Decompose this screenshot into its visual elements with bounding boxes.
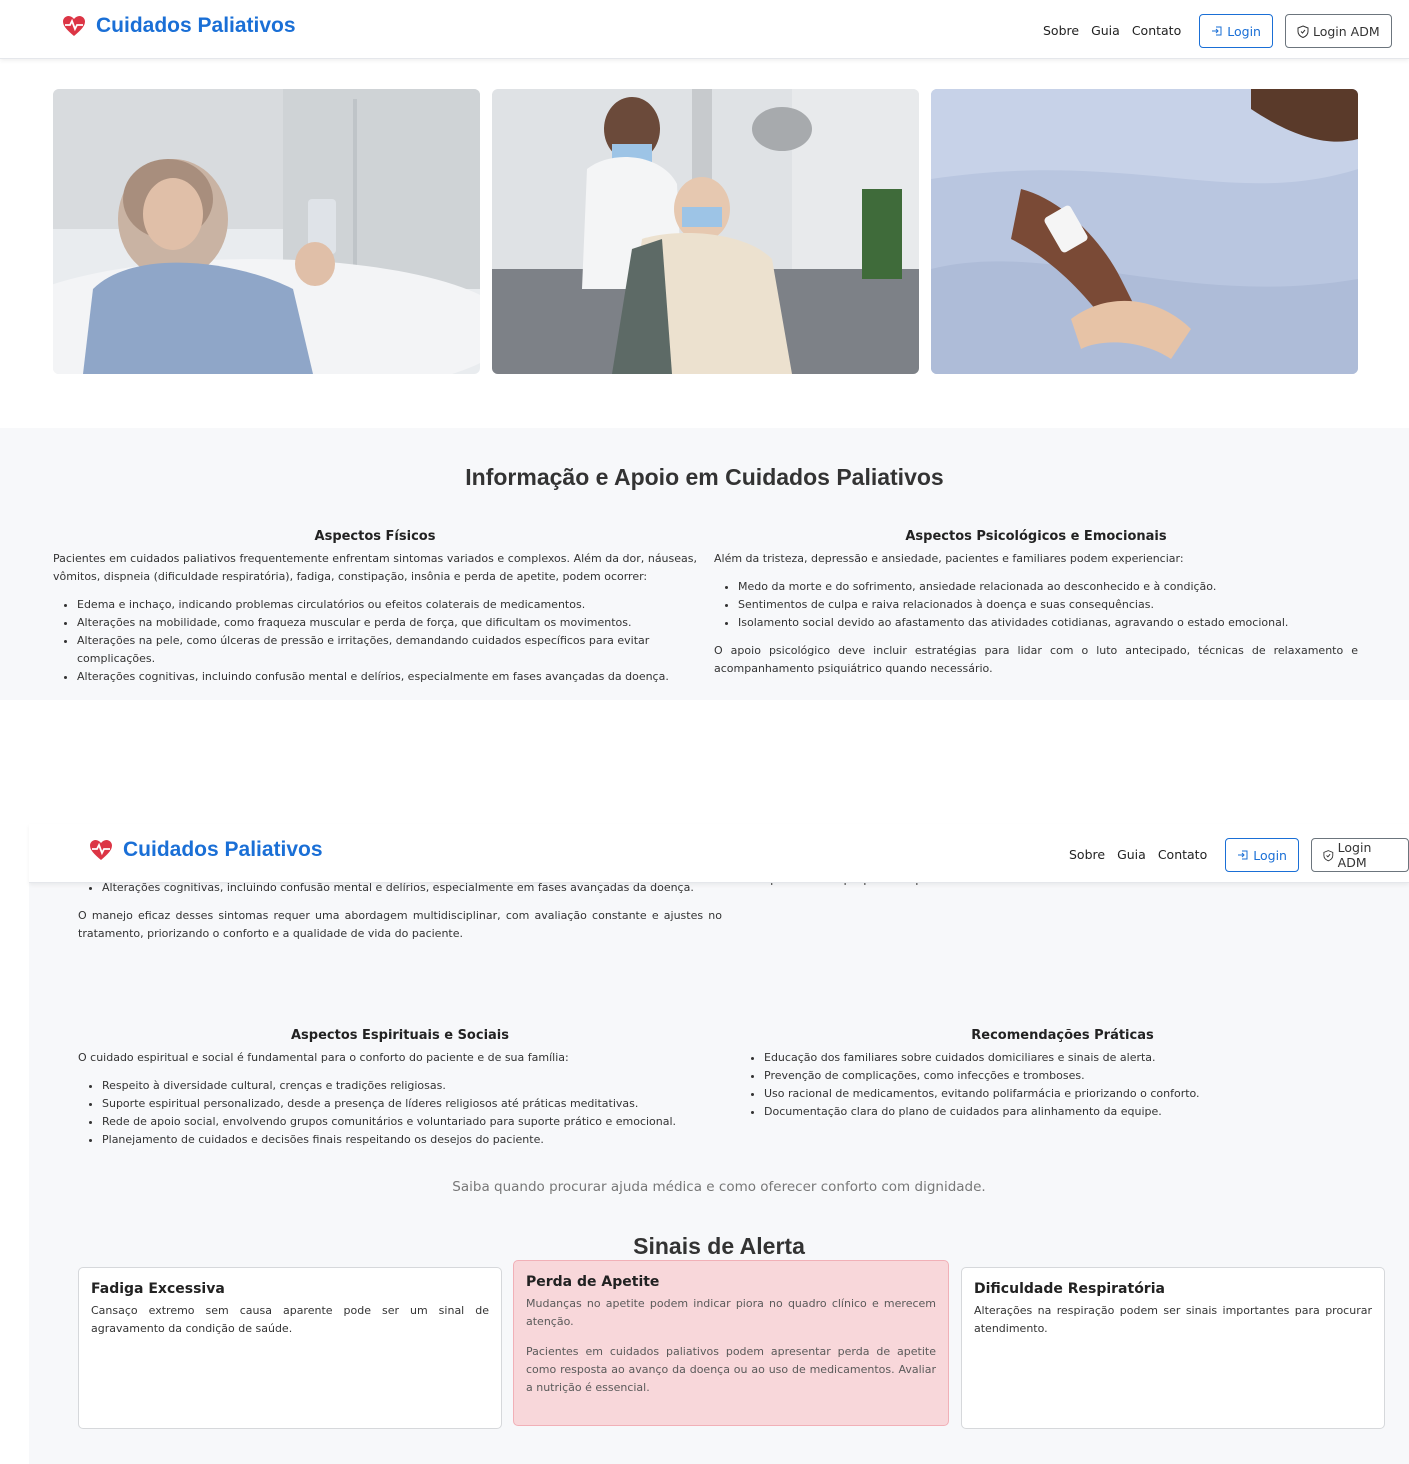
login-adm-label: Login ADM — [1337, 840, 1372, 870]
nav-link-contato[interactable]: Contato — [1152, 838, 1213, 872]
brand[interactable]: Cuidados Paliativos — [62, 14, 296, 38]
recomendacoes-title: Recomendações Práticas — [971, 1028, 1154, 1043]
alert-card-text: Alterações na respiração podem ser sinai… — [974, 1304, 1372, 1335]
list-item: Respeito à diversidade cultural, crenças… — [102, 1077, 722, 1095]
psicologicos-outro: O apoio psicológico deve incluir estraté… — [714, 644, 1358, 675]
alerts-title: Sinais de Alerta — [633, 1233, 805, 1259]
login-adm-button[interactable]: Login ADM — [1310, 838, 1409, 872]
scrolled-view: Alterações na mobilidade, como fraqueza … — [29, 835, 1409, 1464]
espirituais-intro: O cuidado espiritual e social é fundamen… — [78, 1051, 569, 1064]
fisicos-column: Aspectos Físicos Pacientes em cuidados p… — [53, 528, 697, 700]
alert-card-apetite[interactable]: Perda de Apetite Mudanças no apetite pod… — [513, 1260, 949, 1426]
fisicos-list: Edema e inchaço, indicando problemas cir… — [53, 596, 697, 686]
gallery-photo-patient-phone — [53, 89, 480, 374]
login-icon — [1238, 850, 1248, 860]
espirituais-column: Aspectos Espirituais e Sociais O cuidado… — [78, 1027, 722, 1159]
recomendacoes-list: Educação dos familiares sobre cuidados d… — [740, 1049, 1385, 1121]
gallery-photo-holding-hands — [931, 89, 1358, 374]
list-item: Alterações cognitivas, incluindo confusã… — [77, 668, 697, 686]
fisicos-title: Aspectos Físicos — [314, 529, 436, 544]
list-item: Suporte espiritual personalizado, desde … — [102, 1095, 722, 1113]
alert-card-text: Mudanças no apetite podem indicar piora … — [526, 1297, 936, 1328]
login-label: Login — [1253, 847, 1287, 863]
alert-card-title: Fadiga Excessiva — [91, 1281, 225, 1297]
login-icon — [1212, 26, 1222, 36]
list-item: Alterações na pele, como úlceras de pres… — [77, 632, 697, 668]
login-adm-button[interactable]: Login ADM — [1284, 14, 1392, 48]
list-item: Isolamento social devido ao afastamento … — [738, 614, 1358, 632]
info-title: Informação e Apoio em Cuidados Paliativo… — [465, 464, 944, 490]
info-section: Informação e Apoio em Cuidados Paliativo… — [0, 428, 1409, 700]
navbar-sticky: Cuidados Paliativos Sobre Guia Contato L… — [29, 824, 1409, 883]
list-item: Documentação clara do plano de cuidados … — [764, 1103, 1385, 1121]
psicologicos-column: Aspectos Psicológicos e Emocionais Além … — [714, 528, 1358, 678]
nav-menu: Sobre Guia Contato Login Login ADM — [1037, 14, 1392, 48]
brand-name: Cuidados Paliativos — [123, 838, 323, 861]
list-item: Uso racional de medicamentos, evitando p… — [764, 1085, 1385, 1103]
fisicos-outro: O manejo eficaz desses sintomas requer u… — [78, 909, 722, 940]
nav-link-contato[interactable]: Contato — [1126, 14, 1187, 48]
psicologicos-intro: Além da tristeza, depressão e ansiedade,… — [714, 552, 1184, 565]
recomendacoes-column: Recomendações Práticas Educação dos fami… — [740, 1027, 1385, 1131]
alert-card-title: Dificuldade Respiratória — [974, 1281, 1165, 1297]
psicologicos-title: Aspectos Psicológicos e Emocionais — [905, 529, 1167, 544]
list-item: Prevenção de complicações, como infecçõe… — [764, 1067, 1385, 1085]
alert-card-respiratoria[interactable]: Dificuldade Respiratória Alterações na r… — [961, 1267, 1385, 1429]
alert-card-title: Perda de Apetite — [526, 1274, 660, 1290]
espirituais-list: Respeito à diversidade cultural, crenças… — [78, 1077, 722, 1149]
brand-name: Cuidados Paliativos — [96, 14, 296, 37]
fisicos-intro: Pacientes em cuidados paliativos frequen… — [53, 552, 697, 583]
nav-link-guia[interactable]: Guia — [1111, 838, 1152, 872]
list-item: Planejamento de cuidados e decisões fina… — [102, 1131, 722, 1149]
shield-icon — [1323, 849, 1334, 861]
nav-link-sobre[interactable]: Sobre — [1063, 838, 1111, 872]
login-adm-label: Login ADM — [1312, 23, 1380, 39]
brand[interactable]: Cuidados Paliativos — [89, 838, 323, 862]
list-item: Edema e inchaço, indicando problemas cir… — [77, 596, 697, 614]
gallery-photo-caregiver — [492, 89, 919, 374]
heart-pulse-icon — [90, 840, 112, 860]
alerts-subtitle: Saiba quando procurar ajuda médica e com… — [452, 1179, 986, 1195]
alert-card-text: Cansaço extremo sem causa aparente pode … — [91, 1304, 489, 1335]
nav-link-guia[interactable]: Guia — [1085, 14, 1126, 48]
espirituais-title: Aspectos Espirituais e Sociais — [290, 1028, 509, 1043]
alert-card-fadiga[interactable]: Fadiga Excessiva Cansaço extremo sem cau… — [78, 1267, 502, 1429]
list-item: Alterações na mobilidade, como fraqueza … — [77, 614, 697, 632]
list-item: Sentimentos de culpa e raiva relacionado… — [738, 596, 1358, 614]
list-item: Educação dos familiares sobre cuidados d… — [764, 1049, 1385, 1067]
list-item: Rede de apoio social, envolvendo grupos … — [102, 1113, 722, 1131]
list-item: Medo da morte e do sofrimento, ansiedade… — [738, 578, 1358, 596]
shield-icon — [1297, 24, 1309, 38]
heart-pulse-icon — [63, 16, 85, 36]
login-button[interactable]: Login — [1199, 14, 1273, 48]
login-label: Login — [1227, 23, 1261, 39]
fisicos-outro: O manejo eficaz desses sintomas requer u… — [53, 696, 697, 700]
alert-card-extra-text: Pacientes em cuidados paliativos podem a… — [526, 1345, 936, 1394]
nav-link-sobre[interactable]: Sobre — [1037, 14, 1085, 48]
psicologicos-list: Medo da morte e do sofrimento, ansiedade… — [714, 578, 1358, 632]
nav-menu: Sobre Guia Contato Login Login ADM — [1063, 838, 1409, 872]
login-button[interactable]: Login — [1225, 838, 1299, 872]
navbar: Cuidados Paliativos Sobre Guia Contato L… — [0, 0, 1409, 59]
